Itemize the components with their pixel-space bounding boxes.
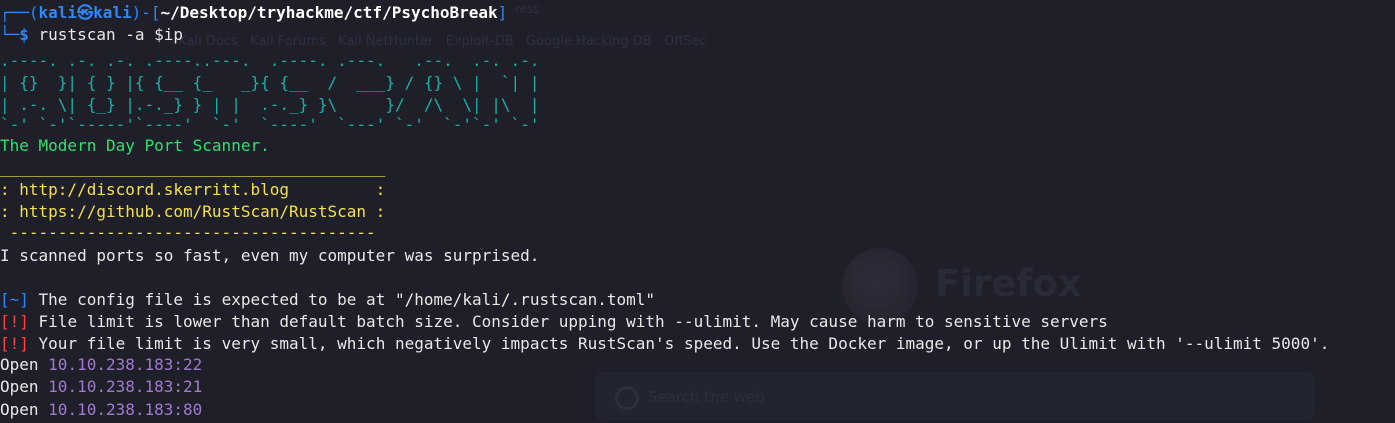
prompt-line-command: └─$ rustscan -a $ip xyxy=(0,24,183,46)
warning-tag: [!] xyxy=(0,312,29,331)
message-text: The config file is expected to be at "/h… xyxy=(28,290,656,309)
command-text: rustscan -a $ip xyxy=(28,25,184,44)
message-ulimit: [!] Your file limit is very small, which… xyxy=(0,333,1329,355)
ascii-banner-row-1: .----. .-. .-. .----..---. .----. .---. … xyxy=(0,51,540,70)
prompt-at: ㉿ xyxy=(77,3,94,22)
open-port-row: Open 10.10.238.183:21 xyxy=(0,376,202,398)
links-bottom-rule: -------------------------------------- xyxy=(0,223,376,242)
prompt-path: ~/Desktop/tryhackme/ctf/PsychoBreak xyxy=(160,3,498,22)
discord-link: : http://discord.skerritt.blog : xyxy=(0,180,386,199)
links-top-rule: ________________________________________ xyxy=(0,158,386,177)
message-text: File limit is lower than default batch s… xyxy=(28,312,1108,331)
tagline: The Modern Day Port Scanner. xyxy=(0,136,270,155)
open-port-row: Open 10.10.238.183:80 xyxy=(0,399,202,421)
open-port-address: 10.10.238.183:21 xyxy=(48,377,203,396)
open-label: Open xyxy=(0,355,49,374)
message-text: Your file limit is very small, which neg… xyxy=(28,334,1330,353)
open-port-address: 10.10.238.183:80 xyxy=(48,400,203,419)
open-label: Open xyxy=(0,400,49,419)
open-label: Open xyxy=(0,377,49,396)
prompt-host: kali xyxy=(93,3,132,22)
prompt-line-top: ┌──(kali㉿kali)-[~/Desktop/tryhackme/ctf/… xyxy=(0,2,507,24)
ascii-banner-row-2: | {} }| { } |{ {__ {_ _}{ {__ / ___} / {… xyxy=(0,73,540,92)
info-tag: [~] xyxy=(0,290,29,309)
joke-line: I scanned ports so fast, even my compute… xyxy=(0,246,540,265)
prompt-corner-bottom: └─ xyxy=(0,25,20,44)
prompt-corner-top: ┌──( xyxy=(0,3,39,22)
prompt-mid: )-[ xyxy=(131,3,161,22)
github-link: : https://github.com/RustScan/RustScan : xyxy=(0,202,386,221)
ascii-banner-row-3: | .-. \| {_} |.-._} } | | .-._} }\ }/ /\… xyxy=(0,95,540,114)
prompt-user: kali xyxy=(38,3,78,22)
prompt-dollar: $ xyxy=(19,25,29,44)
message-file-limit: [!] File limit is lower than default bat… xyxy=(0,311,1108,333)
ascii-banner-row-4: `-' `-'`-----'`----' `-' `----' `---' `-… xyxy=(0,115,540,134)
warning-tag: [!] xyxy=(0,334,29,353)
open-port-row: Open 10.10.238.183:22 xyxy=(0,354,202,376)
terminal-output[interactable]: ┌──(kali㉿kali)-[~/Desktop/tryhackme/ctf/… xyxy=(0,0,1395,423)
message-config: [~] The config file is expected to be at… xyxy=(0,289,655,311)
open-port-address: 10.10.238.183:22 xyxy=(48,355,203,374)
prompt-close: ] xyxy=(497,3,508,22)
